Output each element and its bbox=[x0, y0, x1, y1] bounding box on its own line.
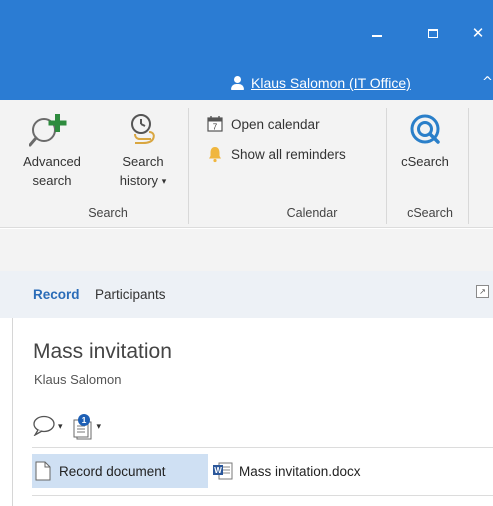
search-history-button[interactable]: Search history ▾ bbox=[112, 108, 174, 191]
record-tab-bar: Record Participants ↗ bbox=[0, 271, 493, 318]
ribbon-separator bbox=[188, 108, 189, 224]
group-label-search: Search bbox=[88, 206, 128, 220]
tab-participants[interactable]: Participants bbox=[95, 287, 166, 302]
expand-icon[interactable]: ↗ bbox=[476, 285, 489, 298]
chevron-down-icon: ▾ bbox=[96, 422, 102, 432]
document-icon bbox=[35, 461, 51, 481]
ribbon-gap bbox=[0, 229, 493, 271]
document-count-badge: 1 bbox=[81, 415, 87, 425]
chevron-down-icon: ▾ bbox=[58, 422, 63, 432]
show-all-reminders-button[interactable]: Show all reminders bbox=[205, 143, 346, 165]
collapse-ribbon-icon[interactable]: ^ bbox=[482, 75, 493, 90]
record-title: Mass invitation bbox=[33, 340, 172, 363]
speech-bubble-icon bbox=[32, 414, 56, 440]
group-label-csearch: cSearch bbox=[407, 206, 453, 220]
chevron-down-icon: ▾ bbox=[161, 176, 167, 187]
bell-icon bbox=[205, 144, 225, 164]
user-icon bbox=[231, 76, 244, 90]
record-document-item[interactable]: Record document bbox=[32, 454, 208, 488]
minimize-button[interactable] bbox=[357, 18, 397, 48]
documents-dropdown[interactable]: 1 ▾ bbox=[71, 414, 102, 440]
tab-record[interactable]: Record bbox=[33, 287, 80, 302]
attachment-file-item[interactable]: W Mass invitation.docx bbox=[213, 461, 361, 481]
maximize-button[interactable] bbox=[413, 18, 453, 48]
advanced-search-button[interactable]: Advanced search bbox=[20, 108, 84, 190]
ribbon-separator bbox=[468, 108, 469, 224]
title-bar: ✕ bbox=[0, 0, 493, 66]
user-name-link[interactable]: Klaus Salomon (IT Office) bbox=[251, 75, 411, 91]
open-calendar-button[interactable]: 7 Open calendar bbox=[205, 113, 320, 135]
attachments-divider bbox=[32, 495, 493, 496]
word-file-icon: W bbox=[213, 461, 233, 481]
svg-text:W: W bbox=[214, 466, 222, 475]
content-divider bbox=[12, 318, 13, 506]
maximize-icon bbox=[428, 28, 438, 38]
record-author: Klaus Salomon bbox=[34, 372, 122, 387]
calendar-icon: 7 bbox=[205, 114, 225, 134]
close-icon: ✕ bbox=[471, 24, 485, 42]
group-label-calendar: Calendar bbox=[286, 206, 338, 220]
record-toolbar: ▾ 1 ▾ bbox=[32, 412, 109, 442]
close-button[interactable]: ✕ bbox=[463, 18, 493, 48]
search-plus-icon bbox=[20, 108, 84, 152]
svg-text:7: 7 bbox=[213, 123, 218, 132]
comment-dropdown[interactable]: ▾ bbox=[32, 414, 63, 440]
minimize-icon bbox=[372, 35, 382, 37]
attachments-row: Record document W Mass invitation.docx bbox=[32, 454, 361, 488]
documents-icon: 1 bbox=[71, 414, 95, 440]
toolbar-divider bbox=[32, 447, 493, 448]
csearch-button[interactable]: cSearch bbox=[398, 108, 452, 171]
csearch-icon bbox=[398, 108, 452, 152]
search-history-icon bbox=[112, 108, 174, 152]
user-bar: Klaus Salomon (IT Office) ^ bbox=[0, 66, 493, 100]
ribbon-separator bbox=[386, 108, 387, 224]
